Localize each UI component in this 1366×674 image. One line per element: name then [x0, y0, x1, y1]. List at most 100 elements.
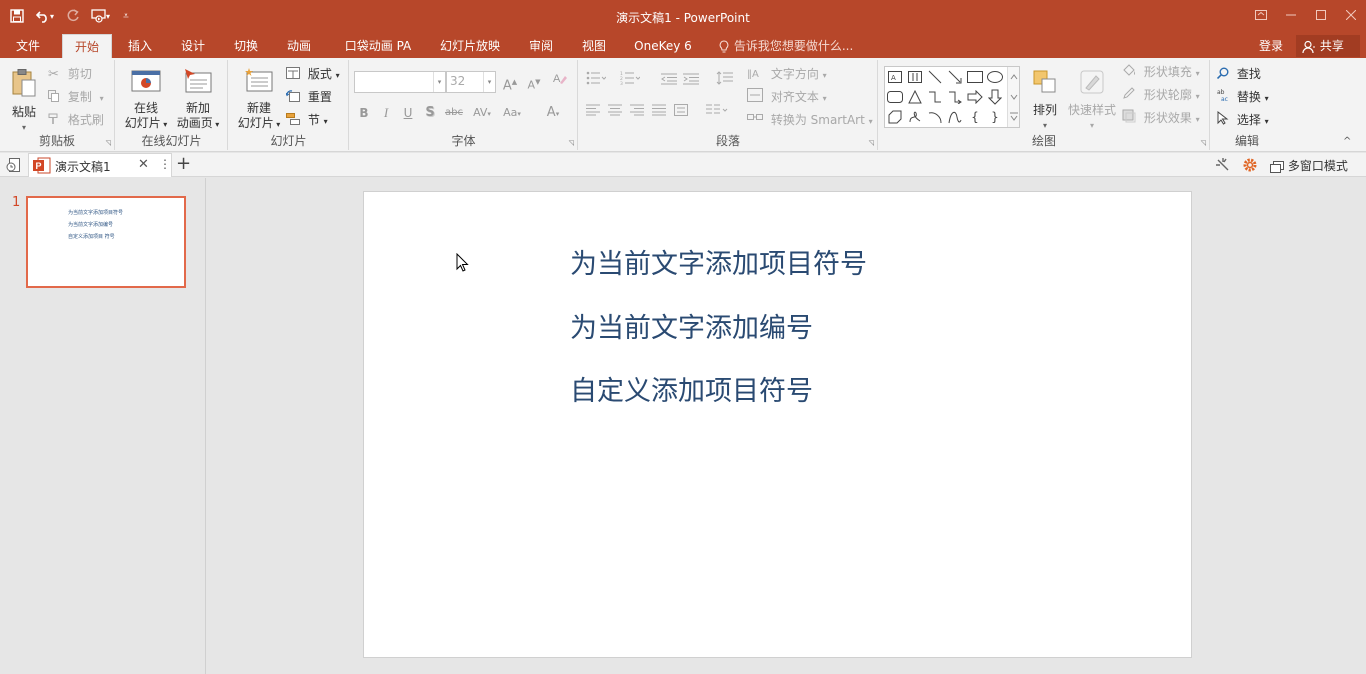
add-tab-icon[interactable]: + — [176, 154, 191, 174]
slide-text-line-3[interactable]: 自定义添加项目符号 — [570, 369, 813, 408]
font-dialog-launcher-icon[interactable]: ◹ — [569, 139, 574, 147]
right-arrow-shape-icon[interactable] — [965, 87, 985, 107]
drawing-dialog-launcher-icon[interactable]: ◹ — [1201, 139, 1206, 147]
tell-me-search[interactable]: 告诉我您想要做什么... — [718, 34, 853, 58]
tab-insert[interactable]: 插入 — [120, 34, 160, 58]
scribble-shape-icon[interactable] — [905, 107, 925, 127]
rectangle-shape-icon[interactable] — [965, 67, 985, 87]
text-box-shape-icon[interactable]: A — [885, 67, 905, 87]
curve-shape-icon[interactable] — [945, 107, 965, 127]
rounded-rectangle-shape-icon[interactable] — [885, 87, 905, 107]
select-button[interactable]: 选择 ▾ — [1217, 110, 1269, 130]
change-case-icon[interactable]: Aa▾ — [498, 102, 526, 124]
online-slides-button[interactable]: 在线 幻灯片 ▾ — [120, 68, 172, 132]
font-size-dropdown-icon[interactable]: ▾ — [483, 72, 495, 92]
shape-effects-button[interactable]: 形状效果 ▾ — [1122, 108, 1200, 128]
paragraph-dialog-launcher-icon[interactable]: ◹ — [869, 139, 874, 147]
decrease-indent-icon[interactable] — [659, 71, 679, 93]
down-arrow-shape-icon[interactable] — [985, 87, 1005, 107]
share-button[interactable]: 共享 — [1296, 35, 1360, 57]
font-name-dropdown-icon[interactable]: ▾ — [433, 72, 445, 92]
decrease-font-size-icon[interactable]: A▼ — [524, 71, 544, 93]
slide-thumbnail[interactable]: 为当前文字添加项目符号 为当前文字添加编号 自定义添加项目 符号 — [26, 196, 186, 288]
tab-slideshow[interactable]: 幻灯片放映 — [434, 34, 506, 58]
slide-text-line-1[interactable]: 为当前文字添加项目符号 — [570, 242, 867, 281]
close-icon[interactable] — [1336, 0, 1366, 30]
multi-window-mode-button[interactable]: 多窗口模式 — [1270, 157, 1348, 174]
tab-review[interactable]: 审阅 — [522, 34, 560, 58]
collapse-ribbon-icon[interactable]: ^ — [1343, 136, 1351, 147]
shapes-gallery-scroll[interactable] — [1007, 67, 1019, 127]
slide-text-line-2[interactable]: 为当前文字添加编号 — [570, 306, 813, 345]
layout-button[interactable]: 版式 ▾ — [286, 64, 340, 84]
line-shape-icon[interactable] — [925, 67, 945, 87]
justify-icon[interactable] — [649, 102, 669, 124]
freeform-shape-icon[interactable] — [885, 107, 905, 127]
minimize-icon[interactable] — [1276, 0, 1306, 30]
font-name-combobox[interactable]: ▾ — [354, 71, 446, 93]
clipboard-dialog-launcher-icon[interactable]: ◹ — [106, 139, 111, 147]
new-slide-button[interactable]: 新建 幻灯片 ▾ — [233, 68, 285, 132]
clear-formatting-icon[interactable]: A — [550, 71, 570, 93]
columns-icon[interactable] — [703, 102, 731, 124]
bullets-icon[interactable] — [583, 71, 609, 93]
arc-shape-icon[interactable] — [925, 107, 945, 127]
triangle-shape-icon[interactable] — [905, 87, 925, 107]
section-button[interactable]: 节 ▾ — [286, 110, 328, 130]
new-animation-page-button[interactable]: 新加 动画页 ▾ — [172, 68, 224, 132]
increase-font-size-icon[interactable]: A▲ — [500, 71, 520, 93]
strikethrough-icon[interactable]: abc — [442, 102, 466, 124]
align-text-button[interactable]: 对齐文本 ▾ — [747, 87, 827, 107]
bold-icon[interactable]: B — [354, 102, 374, 124]
distributed-icon[interactable] — [671, 102, 691, 124]
character-spacing-icon[interactable]: AV▾ — [468, 102, 496, 124]
tab-transitions[interactable]: 切换 — [226, 34, 266, 58]
tab-animations[interactable]: 动画 — [279, 34, 319, 58]
tab-history-icon[interactable] — [6, 157, 22, 176]
cut-button[interactable]: ✂ 剪切 — [48, 64, 92, 84]
font-color-icon[interactable]: A▾ — [540, 102, 566, 124]
tab-more-options-icon[interactable]: ⋮ — [159, 157, 171, 171]
align-left-icon[interactable] — [583, 102, 603, 124]
tab-settings-icon[interactable] — [1214, 156, 1232, 177]
arrow-line-shape-icon[interactable] — [945, 67, 965, 87]
font-size-combobox[interactable]: 32 ▾ — [446, 71, 496, 93]
vertical-text-box-shape-icon[interactable] — [905, 67, 925, 87]
oval-shape-icon[interactable] — [985, 67, 1005, 87]
tab-design[interactable]: 设计 — [173, 34, 213, 58]
tab-pocket-animation[interactable]: 口袋动画 PA — [339, 34, 417, 58]
increase-indent-icon[interactable] — [681, 71, 701, 93]
format-painter-button[interactable]: 格式刷 — [48, 110, 104, 130]
tab-view[interactable]: 视图 — [575, 34, 613, 58]
convert-smartart-button[interactable]: 转换为 SmartArt ▾ — [747, 110, 873, 130]
elbow-connector-shape-icon[interactable] — [925, 87, 945, 107]
sign-in-link[interactable]: 登录 — [1259, 34, 1283, 58]
quick-styles-button[interactable]: 快速样式 ▾ — [1066, 68, 1118, 133]
ribbon-display-options-icon[interactable] — [1246, 0, 1276, 30]
arrange-button[interactable]: 排列 ▾ — [1027, 68, 1063, 133]
line-spacing-icon[interactable] — [713, 71, 741, 93]
replace-button[interactable]: ab ac 替换 ▾ — [1217, 87, 1269, 107]
elbow-arrow-connector-shape-icon[interactable] — [945, 87, 965, 107]
slide-canvas[interactable]: 为当前文字添加项目符号 为当前文字添加编号 自定义添加项目符号 — [363, 191, 1192, 658]
tab-home[interactable]: 开始 — [62, 34, 112, 58]
left-brace-shape-icon[interactable]: { — [965, 107, 985, 127]
shape-outline-button[interactable]: 形状轮廓 ▾ — [1122, 85, 1200, 105]
shape-fill-button[interactable]: 形状填充 ▾ — [1122, 62, 1200, 82]
maximize-icon[interactable] — [1306, 0, 1336, 30]
close-tab-icon[interactable]: ✕ — [138, 157, 149, 172]
gear-icon[interactable] — [1241, 156, 1259, 177]
document-tab[interactable]: P 演示文稿1 ✕ ⋮ — [28, 153, 172, 177]
align-center-icon[interactable] — [605, 102, 625, 124]
shapes-gallery[interactable]: A { } — [884, 66, 1020, 128]
copy-button[interactable]: 复制 ▾ — [48, 87, 104, 107]
reset-button[interactable]: 重置 — [285, 87, 332, 107]
align-right-icon[interactable] — [627, 102, 647, 124]
text-shadow-icon[interactable]: S — [420, 102, 440, 124]
find-button[interactable]: 查找 — [1216, 64, 1261, 84]
underline-icon[interactable]: U — [398, 102, 418, 124]
tab-onekey[interactable]: OneKey 6 — [628, 34, 698, 58]
numbering-icon[interactable]: 123 — [617, 71, 643, 93]
text-direction-button[interactable]: ‖A 文字方向 ▾ — [747, 64, 827, 84]
italic-icon[interactable]: I — [376, 102, 396, 124]
